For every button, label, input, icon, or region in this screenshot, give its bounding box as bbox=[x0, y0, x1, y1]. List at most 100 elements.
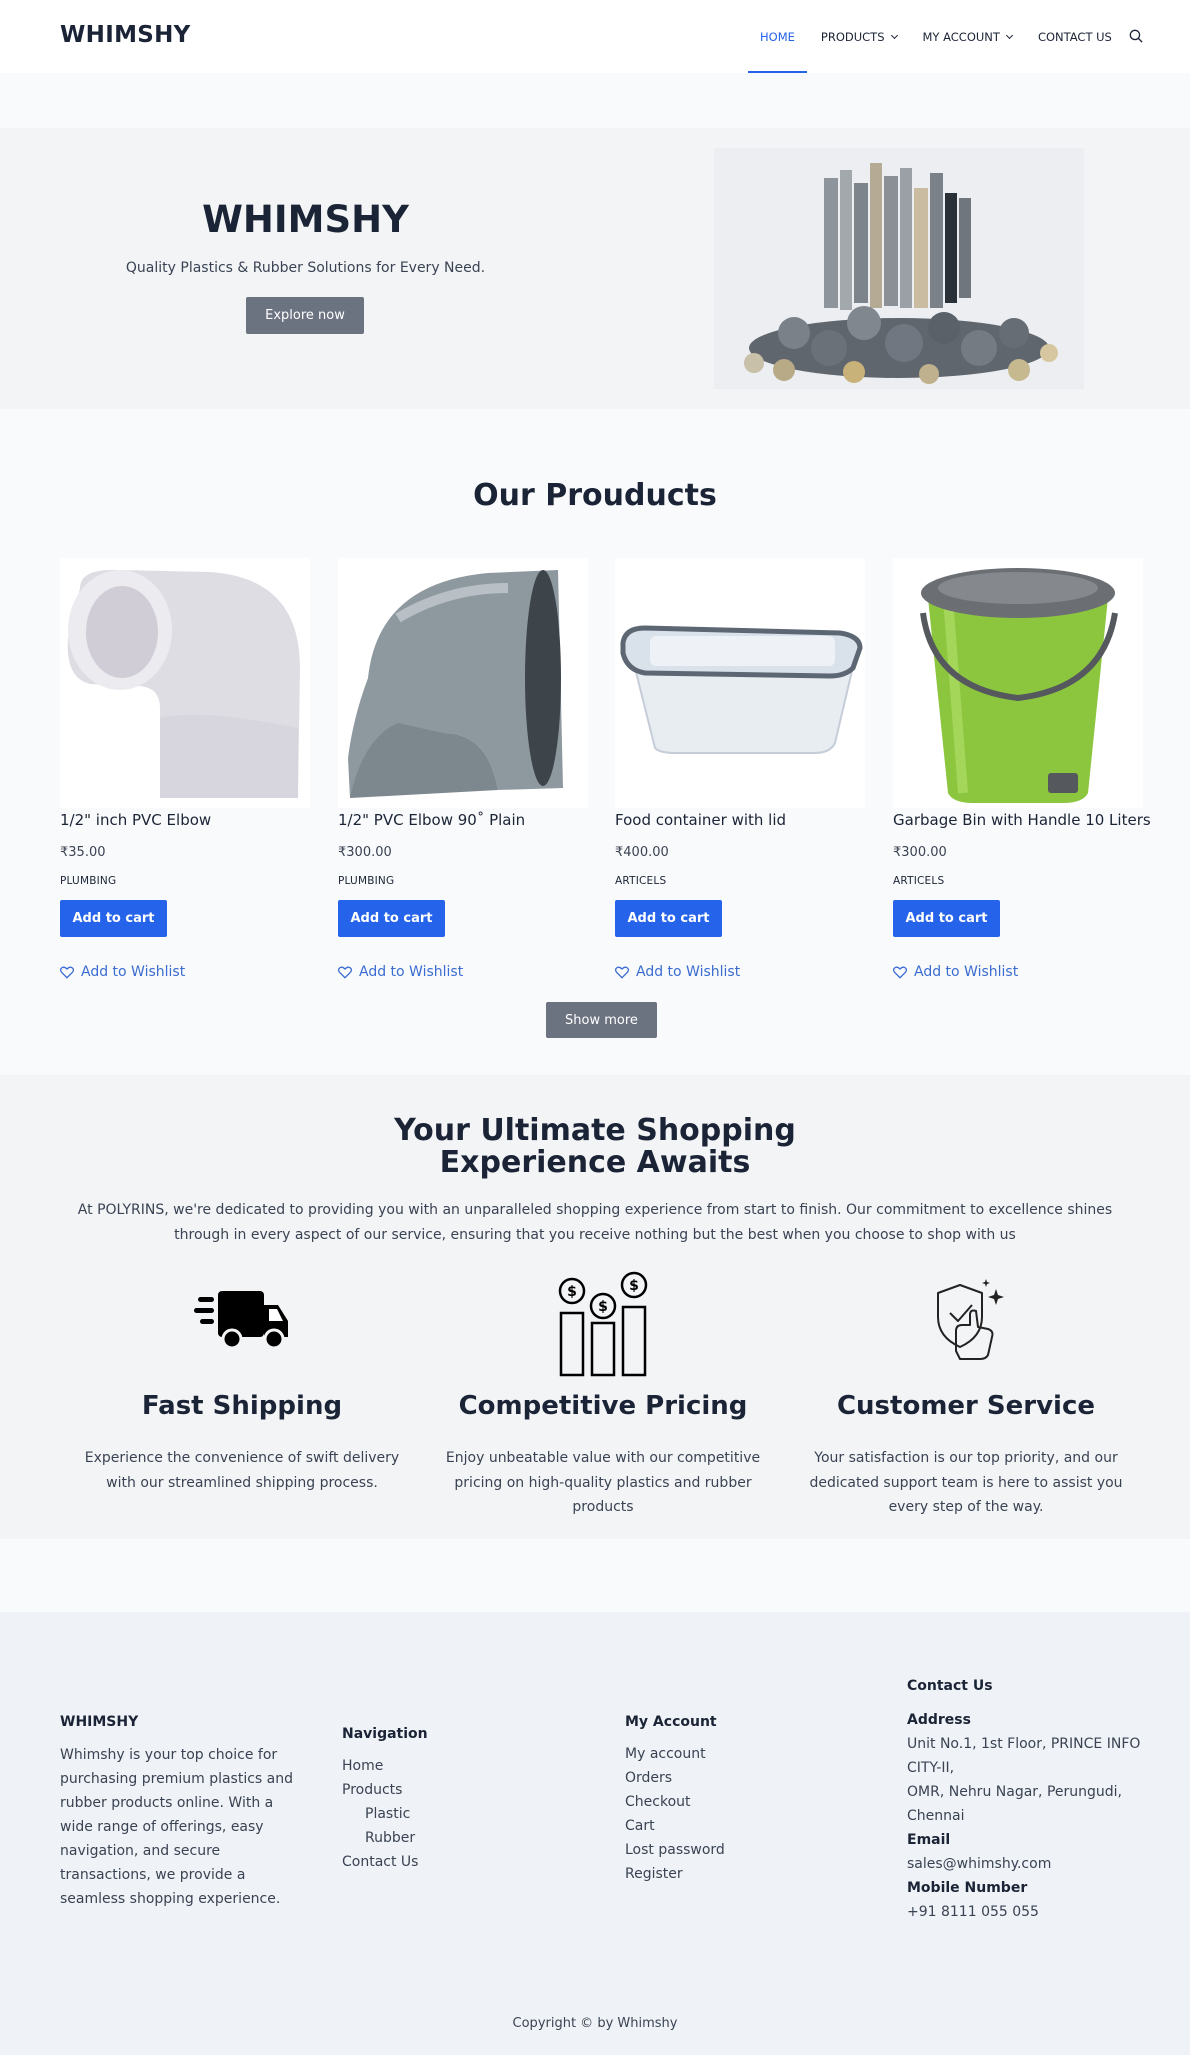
nav-item-products[interactable]: PRODUCTS bbox=[820, 0, 898, 73]
customer-service-icon bbox=[937, 1279, 1004, 1360]
copyright-text: Copyright © by Whimshy bbox=[512, 2016, 678, 2031]
features-title-line: Experience Awaits bbox=[439, 1145, 751, 1180]
svg-text:$: $ bbox=[567, 1284, 577, 1300]
add-to-wishlist-link[interactable]: Add to Wishlist bbox=[338, 964, 463, 980]
product-price: ₹300.00 bbox=[893, 845, 947, 860]
product-image-white-pvc-elbow[interactable] bbox=[60, 558, 310, 808]
pricing-chart-icon: $ $ $ bbox=[558, 1271, 648, 1377]
email-value[interactable]: sales@whimshy.com bbox=[907, 1852, 1147, 1876]
features-title-line: Your Ultimate Shopping bbox=[394, 1113, 796, 1148]
wishlist-label: Add to Wishlist bbox=[359, 964, 464, 980]
product-card: 1/2" inch PVC Elbow ₹35.00 PLUMBING Add … bbox=[60, 558, 310, 980]
product-category[interactable]: PLUMBING bbox=[338, 875, 394, 887]
site-logo[interactable]: WHIMSHY bbox=[60, 22, 191, 48]
show-more-button[interactable]: Show more bbox=[546, 1002, 657, 1038]
feature-text: Enjoy unbeatable value with our competit… bbox=[445, 1450, 761, 1515]
footer-contact: Contact Us Address Unit No.1, 1st Floor,… bbox=[907, 1678, 1147, 1924]
heart-icon bbox=[60, 966, 74, 979]
product-category[interactable]: PLUMBING bbox=[60, 875, 116, 887]
phone-label: Mobile Number bbox=[907, 1880, 1028, 1896]
features-section: Your Ultimate Shopping Experience Awaits… bbox=[0, 1075, 1190, 1539]
nav-item-contact-us[interactable]: CONTACT US bbox=[1038, 0, 1112, 73]
footer-link-orders[interactable]: Orders bbox=[625, 1766, 865, 1790]
footer-link-contact-us[interactable]: Contact Us bbox=[342, 1850, 582, 1874]
feature-text: Experience the convenience of swift deli… bbox=[84, 1450, 400, 1491]
add-to-cart-button[interactable]: Add to cart bbox=[60, 900, 167, 937]
footer-link-lost-password[interactable]: Lost password bbox=[625, 1838, 865, 1862]
add-to-wishlist-link[interactable]: Add to Wishlist bbox=[893, 964, 1018, 980]
footer-link-register[interactable]: Register bbox=[625, 1862, 865, 1886]
nav-label: CONTACT US bbox=[1037, 29, 1112, 44]
heart-icon bbox=[615, 966, 629, 979]
svg-text:$: $ bbox=[629, 1278, 639, 1294]
nav-label: MY ACCOUNT bbox=[922, 29, 1000, 44]
feature-title: Customer Service bbox=[836, 1391, 1096, 1421]
product-name[interactable]: 1/2" PVC Elbow 90˚ Plain bbox=[338, 811, 525, 829]
pipes-illustration bbox=[744, 163, 1058, 384]
add-to-cart-button[interactable]: Add to cart bbox=[615, 900, 722, 937]
address-label: Address bbox=[907, 1712, 971, 1728]
footer-link-cart[interactable]: Cart bbox=[625, 1814, 865, 1838]
site-header: WHIMSHY HOME PRODUCTS MY ACCOUNT CONTACT… bbox=[0, 0, 1190, 73]
heart-icon bbox=[893, 966, 907, 979]
footer-heading: Contact Us bbox=[907, 1678, 993, 1694]
wishlist-label: Add to Wishlist bbox=[81, 964, 186, 980]
footer-heading: Navigation bbox=[342, 1726, 428, 1742]
footer-my-account: My Account My account Orders Checkout Ca… bbox=[625, 1714, 865, 1886]
feature-text: Your satisfaction is our top priority, a… bbox=[809, 1450, 1123, 1515]
add-to-cart-button[interactable]: Add to cart bbox=[893, 900, 1000, 937]
wishlist-label: Add to Wishlist bbox=[636, 964, 741, 980]
footer-about-text: Whimshy is your top choice for purchasin… bbox=[60, 1747, 293, 1907]
chevron-down-icon bbox=[890, 31, 898, 39]
footer-link-home[interactable]: Home bbox=[342, 1754, 582, 1778]
footer-link-rubber[interactable]: Rubber bbox=[342, 1826, 582, 1850]
product-card: 1/2" PVC Elbow 90˚ Plain ₹300.00 PLUMBIN… bbox=[338, 558, 588, 980]
product-price: ₹300.00 bbox=[338, 845, 392, 860]
product-name[interactable]: Garbage Bin with Handle 10 Liters bbox=[893, 811, 1151, 829]
product-card: Garbage Bin with Handle 10 Liters ₹300.0… bbox=[893, 558, 1151, 980]
nav-label: PRODUCTS bbox=[820, 29, 885, 44]
product-image-food-container[interactable] bbox=[615, 558, 865, 808]
product-price: ₹35.00 bbox=[60, 845, 106, 860]
product-category[interactable]: ARTICELS bbox=[615, 875, 666, 887]
heart-icon bbox=[338, 966, 352, 979]
footer-link-products[interactable]: Products bbox=[342, 1778, 582, 1802]
product-name[interactable]: 1/2" inch PVC Elbow bbox=[60, 811, 211, 829]
explore-now-button[interactable]: Explore now bbox=[246, 297, 364, 334]
products-section-title: Our Prouducts bbox=[473, 478, 717, 513]
feature-title: Competitive Pricing bbox=[458, 1391, 748, 1421]
product-image-green-garbage-bin[interactable] bbox=[893, 558, 1143, 808]
feature-title: Fast Shipping bbox=[141, 1391, 343, 1421]
hero-subtitle: Quality Plastics & Rubber Solutions for … bbox=[125, 260, 486, 276]
footer-link-my-account[interactable]: My account bbox=[625, 1742, 865, 1766]
address-line: Unit No.1, 1st Floor, PRINCE INFO bbox=[907, 1736, 1141, 1752]
wishlist-label: Add to Wishlist bbox=[914, 964, 1019, 980]
address-line: CITY-II, bbox=[907, 1760, 955, 1776]
footer-navigation: Navigation Home Products Plastic Rubber … bbox=[342, 1726, 582, 1874]
nav-item-my-account[interactable]: MY ACCOUNT bbox=[922, 0, 1013, 73]
phone-value[interactable]: +91 8111 055 055 bbox=[907, 1900, 1147, 1924]
address-line: Chennai bbox=[907, 1808, 965, 1824]
main-nav: HOME PRODUCTS MY ACCOUNT CONTACT US bbox=[748, 0, 1138, 73]
hero-banner: WHIMSHY Quality Plastics & Rubber Soluti… bbox=[0, 128, 1190, 409]
footer-link-plastic[interactable]: Plastic bbox=[342, 1802, 582, 1826]
product-name[interactable]: Food container with lid bbox=[615, 811, 786, 829]
product-image-grey-pvc-elbow[interactable] bbox=[338, 558, 588, 808]
footer-about: WHIMSHY Whimshy is your top choice for p… bbox=[60, 1714, 300, 1911]
chevron-down-icon bbox=[1005, 31, 1013, 39]
features-description: At POLYRINS, we're dedicated to providin… bbox=[77, 1202, 1113, 1243]
search-icon[interactable] bbox=[1129, 29, 1143, 43]
address-line: OMR, Nehru Nagar, Perungudi, bbox=[907, 1784, 1122, 1800]
email-label: Email bbox=[907, 1832, 951, 1848]
add-to-cart-button[interactable]: Add to cart bbox=[338, 900, 445, 937]
footer-heading: My Account bbox=[625, 1714, 717, 1730]
footer-link-checkout[interactable]: Checkout bbox=[625, 1790, 865, 1814]
add-to-wishlist-link[interactable]: Add to Wishlist bbox=[60, 964, 185, 980]
delivery-truck-icon bbox=[194, 1291, 288, 1350]
footer-heading: WHIMSHY bbox=[60, 1714, 139, 1730]
hero-image bbox=[714, 148, 1084, 389]
product-category[interactable]: ARTICELS bbox=[893, 875, 944, 887]
nav-item-home[interactable]: HOME bbox=[748, 0, 807, 73]
product-card: Food container with lid ₹400.00 ARTICELS… bbox=[615, 558, 865, 980]
add-to-wishlist-link[interactable]: Add to Wishlist bbox=[615, 964, 740, 980]
